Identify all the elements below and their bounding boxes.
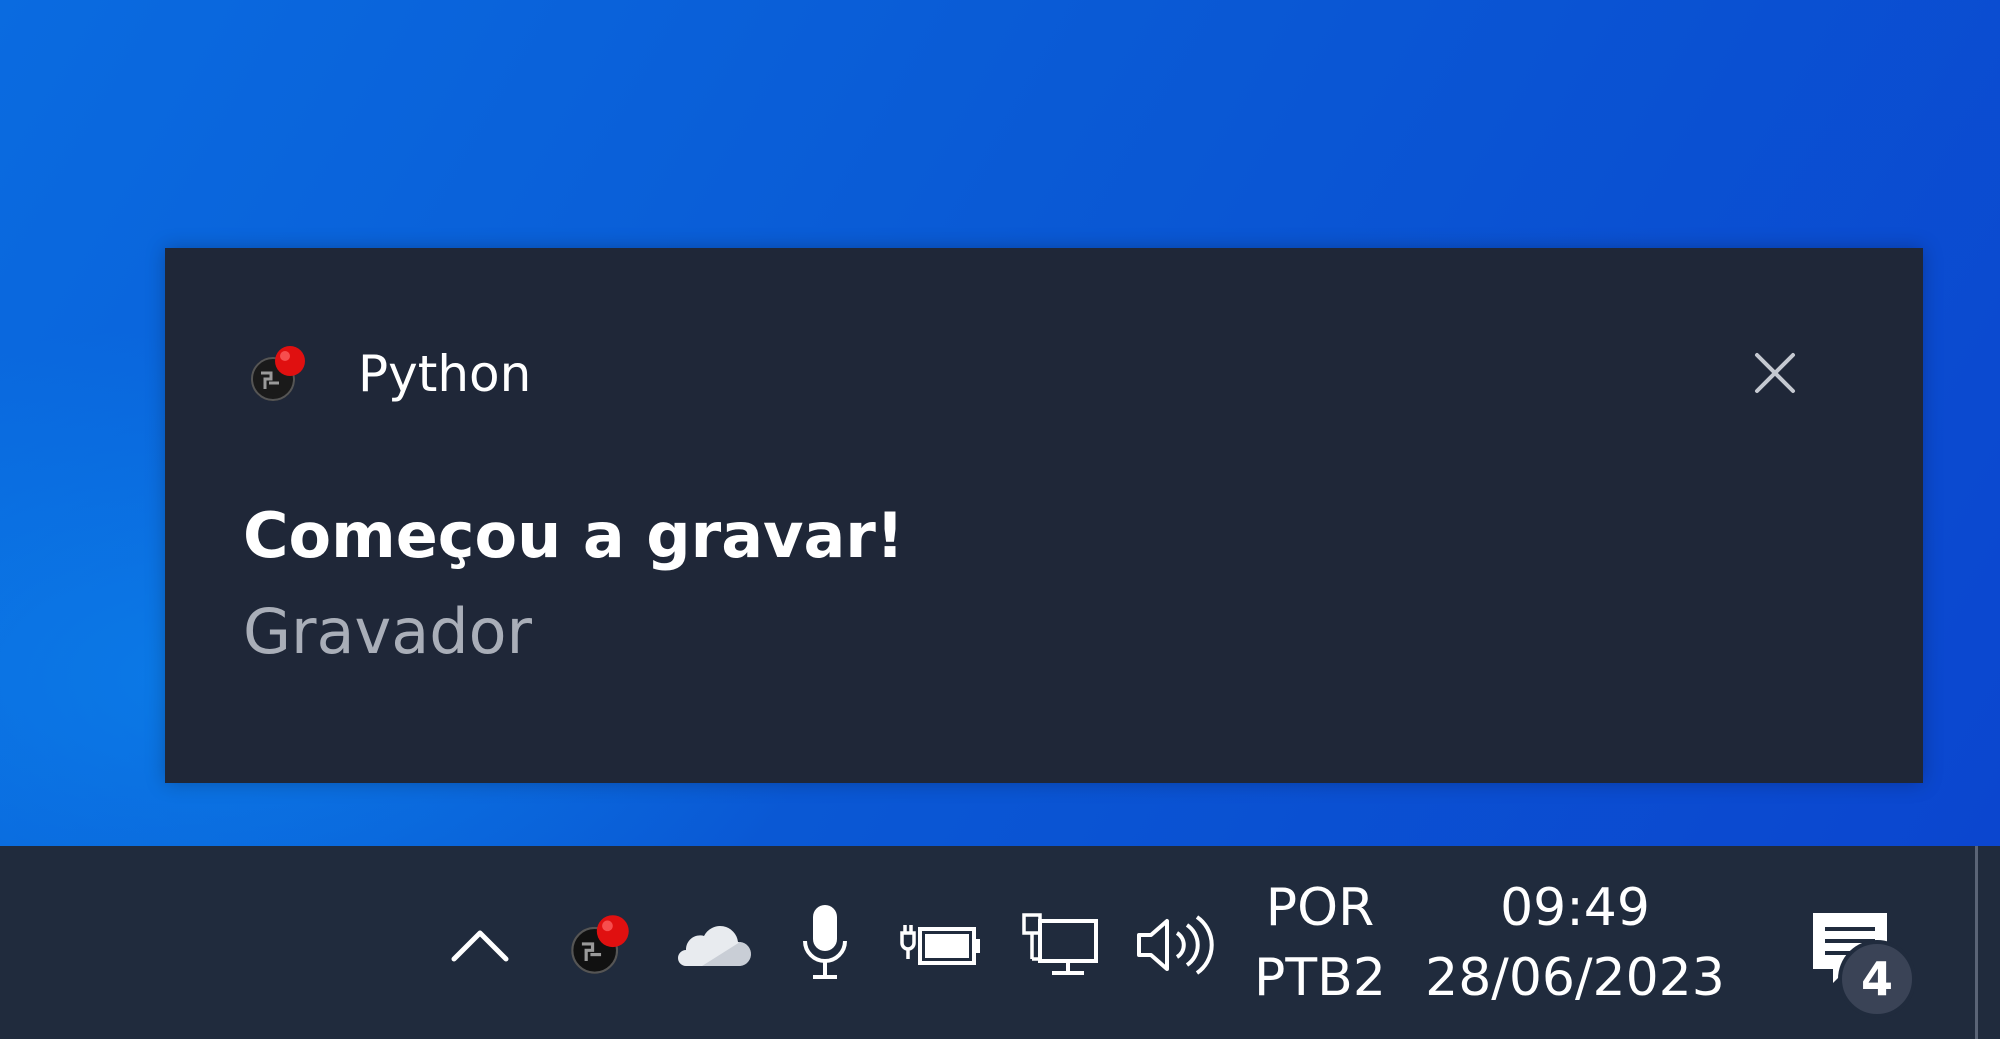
power-battery-icon[interactable] (895, 910, 985, 980)
toast-notification[interactable]: Python Começou a gravar! Gravador (165, 248, 1923, 783)
recorder-app-icon[interactable] (560, 905, 640, 985)
clock[interactable]: 09:49 28/06/2023 (1420, 865, 1730, 1020)
keyboard-layout: PTB2 (1254, 948, 1386, 1008)
show-desktop-divider[interactable] (1975, 846, 1978, 1039)
language-code: POR (1265, 878, 1375, 938)
microphone-icon[interactable] (790, 898, 860, 988)
toast-body: Gravador (243, 595, 532, 668)
clock-time: 09:49 (1500, 877, 1650, 938)
notification-count-badge: 4 (1838, 940, 1916, 1018)
language-indicator[interactable]: POR PTB2 (1240, 868, 1400, 1018)
clock-date: 28/06/2023 (1425, 947, 1725, 1008)
recorder-app-icon (247, 343, 309, 405)
chevron-up-icon[interactable] (440, 910, 520, 980)
volume-icon[interactable] (1130, 905, 1220, 985)
close-icon[interactable] (1745, 343, 1805, 403)
toast-app-name: Python (358, 345, 532, 403)
toast-title: Começou a gravar! (243, 499, 905, 572)
network-icon[interactable] (1015, 905, 1105, 985)
onedrive-cloud-icon[interactable] (665, 910, 755, 980)
